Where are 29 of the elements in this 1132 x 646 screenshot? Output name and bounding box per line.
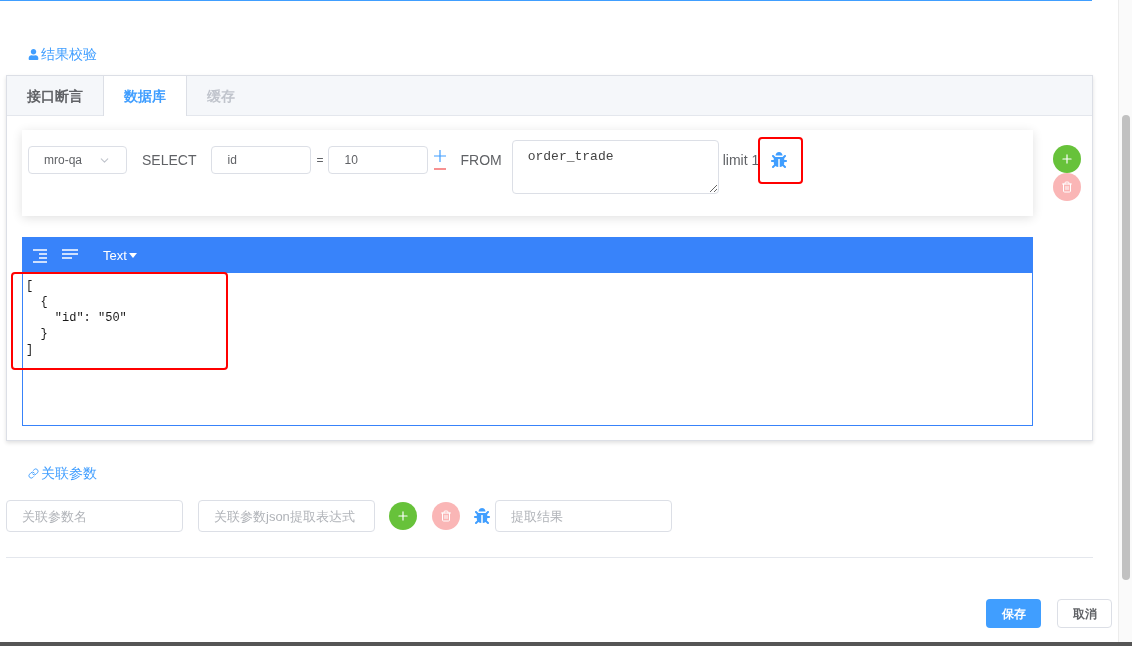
tab[interactable]: 接口断言 bbox=[7, 76, 103, 116]
section-title: 关联参数 bbox=[41, 464, 97, 483]
section-title: 结果校验 bbox=[41, 45, 97, 64]
mode-dropdown[interactable]: Text bbox=[103, 245, 137, 266]
json-expression-input[interactable]: 关联参数json提取表达式 bbox=[198, 500, 375, 532]
cancel-button[interactable]: 取消 bbox=[1057, 599, 1112, 628]
user-icon bbox=[28, 49, 39, 60]
annotation-box bbox=[758, 137, 803, 184]
add-field-icon[interactable] bbox=[434, 150, 447, 162]
equals-label: = bbox=[316, 152, 324, 169]
add-param-button[interactable] bbox=[389, 502, 417, 530]
scrollbar-thumb[interactable] bbox=[1121, 115, 1130, 580]
extract-result-input[interactable]: 提取结果 bbox=[495, 500, 672, 532]
debug-bug-icon[interactable] bbox=[771, 152, 788, 168]
param-name-input[interactable]: 关联参数名 bbox=[6, 500, 183, 532]
delete-row-button[interactable] bbox=[1053, 173, 1081, 201]
add-row-button[interactable] bbox=[1053, 145, 1081, 173]
debug-bug-icon[interactable] bbox=[474, 508, 490, 524]
format-icon[interactable] bbox=[31, 248, 49, 263]
datasource-select[interactable]: mro-qa bbox=[28, 146, 127, 174]
caret-icon bbox=[128, 253, 137, 258]
from-label: FROM bbox=[460, 150, 502, 170]
delete-param-button[interactable] bbox=[432, 502, 460, 530]
table-textarea[interactable]: order_trade bbox=[511, 140, 719, 194]
value-input[interactable]: 10 bbox=[328, 146, 429, 174]
link-icon bbox=[28, 468, 39, 479]
json-output: [ { "id": "50" } ] bbox=[25, 278, 127, 358]
field-input[interactable]: id bbox=[211, 146, 312, 174]
select-label: SELECT bbox=[142, 150, 197, 170]
